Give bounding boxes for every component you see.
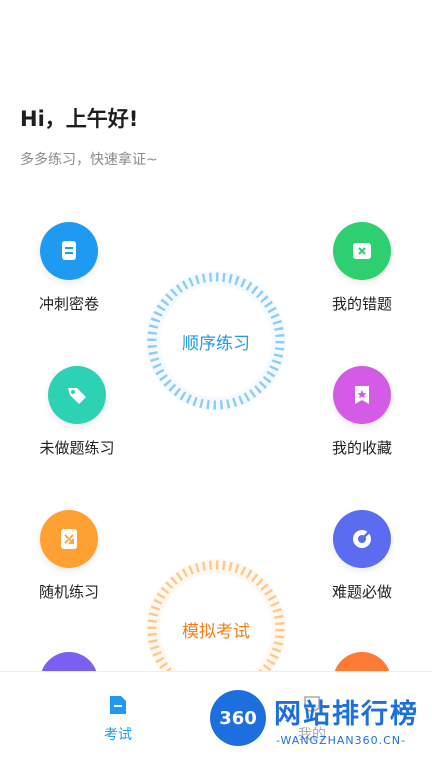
feature-hard-questions[interactable]: 难题必做 (314, 510, 410, 602)
bookmark-star-icon (333, 366, 391, 424)
feature-sprint-papers[interactable]: 冲刺密卷 (21, 222, 117, 314)
document-icon (40, 222, 98, 280)
tab-mine[interactable]: 我的 (272, 694, 352, 744)
tag-icon (48, 366, 106, 424)
sequence-practice-label: 顺序练习 (182, 333, 250, 354)
mock-exam-label: 模拟考试 (182, 621, 250, 642)
feature-wrong-questions[interactable]: 我的错题 (314, 222, 410, 314)
feature-random-practice[interactable]: 随机练习 (21, 510, 117, 602)
bottom-tab-bar: 考试 我的 (0, 671, 432, 768)
tab-label: 考试 (104, 727, 132, 743)
feature-label: 我的收藏 (331, 439, 392, 457)
greeting-subtitle: 多多练习，快速拿证~ (20, 152, 158, 168)
feature-label: 我的错题 (331, 295, 392, 313)
feature-label: 随机练习 (38, 583, 99, 601)
exam-doc-icon (108, 694, 128, 716)
greeting-title: Hi，上午好! (20, 107, 139, 131)
feature-unanswered-practice[interactable]: 未做题练习 (29, 366, 125, 458)
feature-label: 未做题练习 (39, 439, 115, 457)
target-icon (333, 510, 391, 568)
feature-label: 难题必做 (331, 583, 392, 601)
sequence-practice-button[interactable]: 顺序练习 (143, 268, 289, 414)
profile-icon (302, 694, 322, 716)
tab-label: 我的 (298, 727, 326, 743)
feature-label: 冲刺密卷 (38, 295, 99, 313)
shuffle-icon (40, 510, 98, 568)
feature-my-favorites[interactable]: 我的收藏 (314, 366, 410, 458)
tab-exam[interactable]: 考试 (78, 694, 158, 744)
wrong-card-icon (333, 222, 391, 280)
